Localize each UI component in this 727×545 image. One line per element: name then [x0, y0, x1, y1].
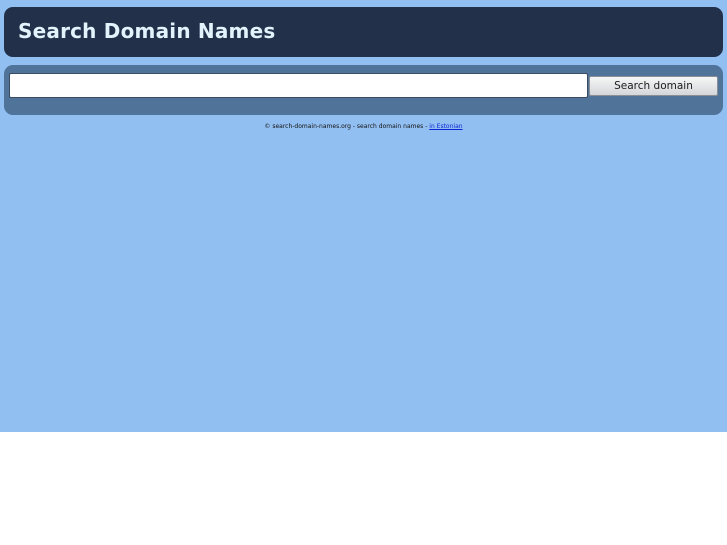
footer: © search-domain-names.org - search domai… [0, 122, 727, 131]
site-title: Search Domain Names [18, 19, 276, 43]
search-panel: Search domain [4, 65, 723, 115]
site-header: Search Domain Names [4, 7, 723, 57]
language-link-estonian[interactable]: in Estonian [429, 123, 462, 130]
domain-search-input[interactable] [9, 73, 588, 98]
footer-copyright-text: © search-domain-names.org - search domai… [264, 123, 430, 130]
search-domain-button[interactable]: Search domain [589, 76, 718, 96]
